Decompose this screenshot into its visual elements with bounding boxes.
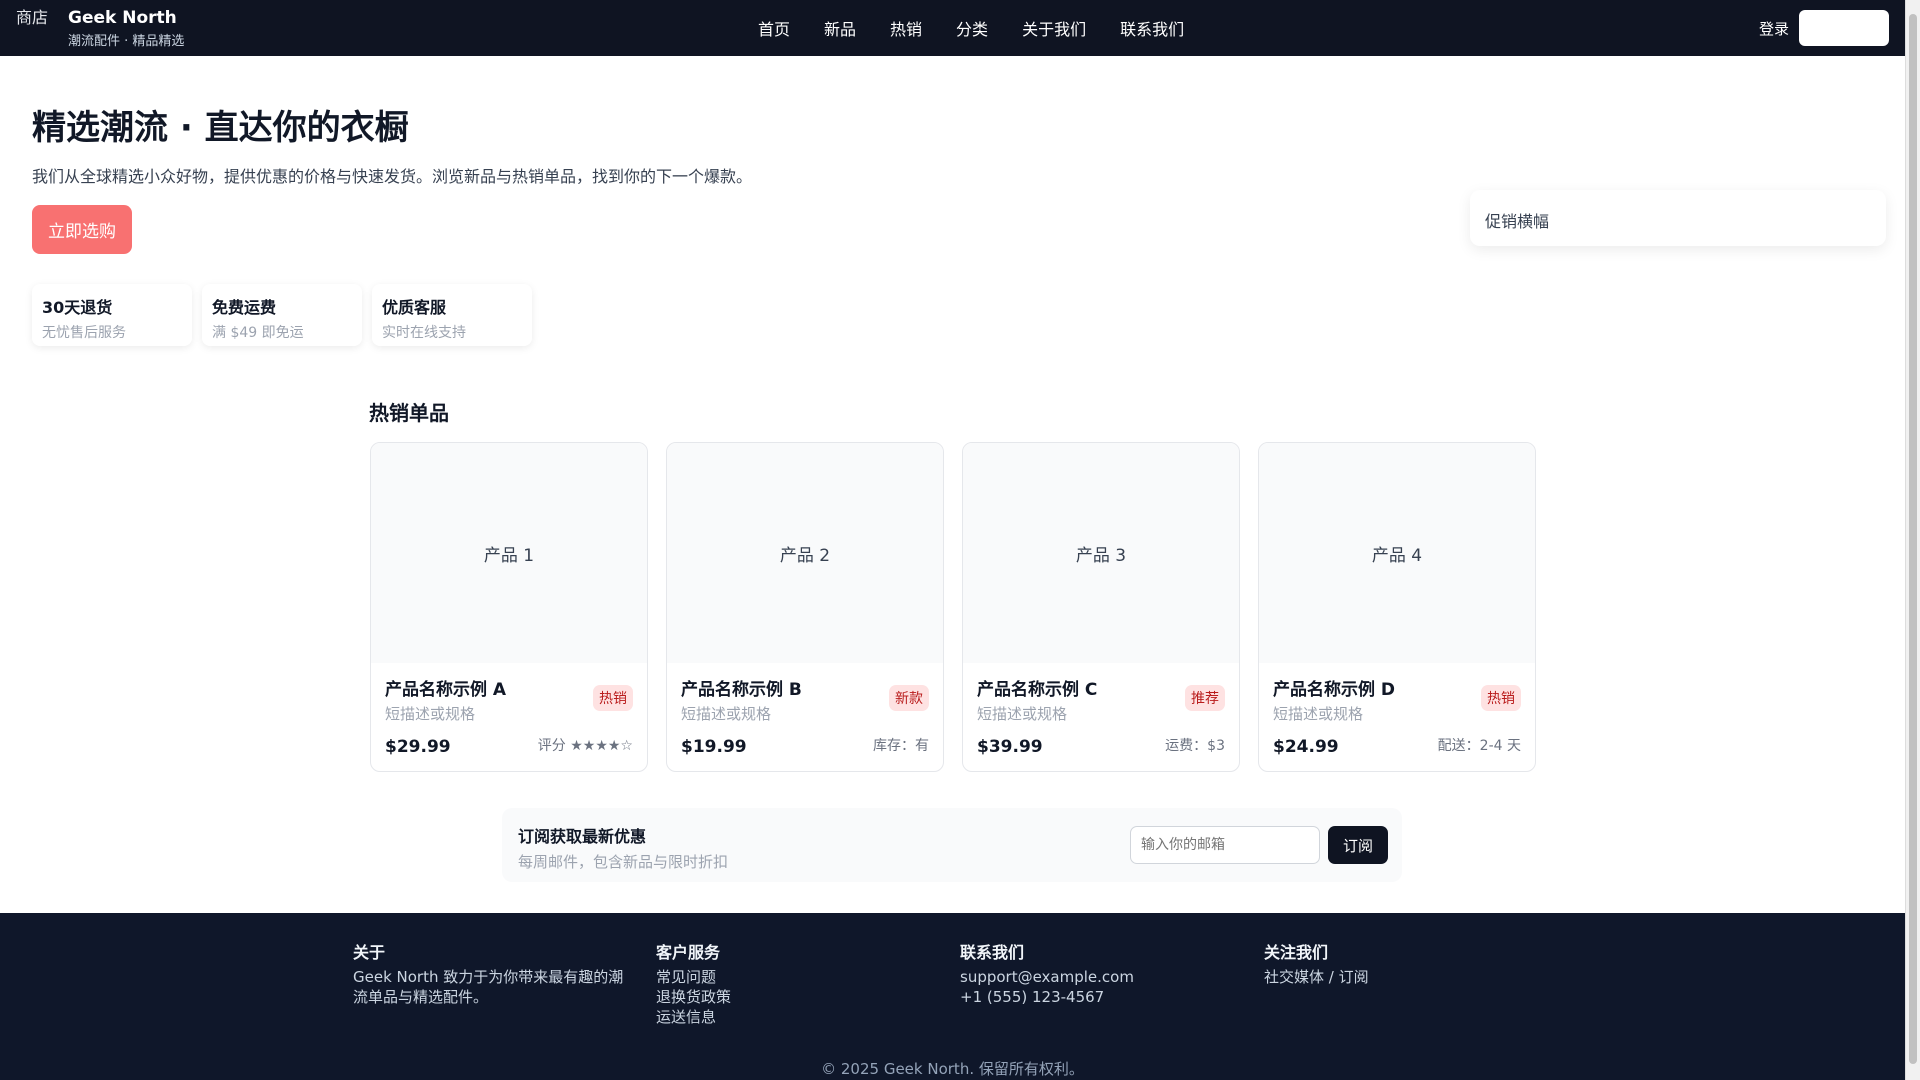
product-card[interactable]: 产品 2 产品名称示例 B 短描述或规格 新款 $19.99 库存：有 xyxy=(666,442,944,772)
feature-title: 30天退货 xyxy=(42,298,113,317)
product-card[interactable]: 产品 1 产品名称示例 A 短描述或规格 热销 $29.99 评分 ★★★★☆ xyxy=(370,442,648,772)
product-badge: 新款 xyxy=(889,685,929,711)
link-faq[interactable]: 常见问题 xyxy=(656,967,936,987)
feature-title: 优质客服 xyxy=(382,298,447,317)
nav-categories[interactable]: 分类 xyxy=(956,16,988,40)
product-meta: 运费：$3 xyxy=(1165,738,1225,754)
brand: Geek North 潮流配件 · 精品精选 xyxy=(68,8,184,49)
nav-hot[interactable]: 热销 xyxy=(890,16,922,40)
contact-email[interactable]: support@example.com xyxy=(960,967,1240,987)
footer-about: 关于 Geek North 致力于为你带来最有趣的潮流单品与精选配件。 xyxy=(353,943,633,1007)
hero-subtitle: 我们从全球精选小众好物，提供优惠的价格与快速发货。浏览新品与热销单品，找到你的下… xyxy=(32,167,753,186)
contact-phone[interactable]: +1 (555) 123-4567 xyxy=(960,987,1240,1007)
product-price: $29.99 xyxy=(385,737,451,757)
product-meta: 库存：有 xyxy=(873,738,929,754)
product-price: $24.99 xyxy=(1273,737,1339,757)
footer-heading: 联系我们 xyxy=(960,943,1025,962)
feature-desc: 无忧售后服务 xyxy=(42,325,126,341)
product-card[interactable]: 产品 4 产品名称示例 D 短描述或规格 热销 $24.99 配送：2-4 天 xyxy=(1258,442,1536,772)
product-price: $19.99 xyxy=(681,737,747,757)
logo-image[interactable]: 商店 xyxy=(16,8,54,48)
brand-name[interactable]: Geek North xyxy=(68,8,184,28)
footer-heading: 客户服务 xyxy=(656,943,721,962)
footer-service: 客户服务常见问题 退换货政策 运送信息 xyxy=(656,943,936,1027)
feature-shipping: 免费运费满 $49 即免运 xyxy=(202,284,362,346)
nav-new[interactable]: 新品 xyxy=(824,16,856,40)
product-grid: 产品 1 产品名称示例 A 短描述或规格 热销 $29.99 评分 ★★★★☆ 产品 2产… xyxy=(370,442,1536,772)
subscribe-box: 订阅获取最新优惠 每周邮件，包含新品与限时折扣 订阅 xyxy=(502,808,1402,882)
footer-follow: 关注我们社交媒体 / 订阅 xyxy=(1264,943,1544,987)
product-badge: 热销 xyxy=(1481,685,1521,711)
product-image[interactable]: 产品 2 xyxy=(667,443,943,663)
product-badge: 热销 xyxy=(593,685,633,711)
social-link[interactable]: 社交媒体 / 订阅 xyxy=(1264,967,1544,987)
scrollbar[interactable] xyxy=(1905,0,1920,1080)
email-input[interactable] xyxy=(1130,826,1320,864)
nav-home[interactable]: 首页 xyxy=(758,16,790,40)
link-returns[interactable]: 退换货政策 xyxy=(656,987,936,1007)
footer-contact: 联系我们 support@example.com +1 (555) 123-4567 xyxy=(960,943,1240,1007)
cart-button[interactable] xyxy=(1799,10,1889,46)
features: 30天退货无忧售后服务 免费运费满 $49 即免运 优质客服实时在线支持 xyxy=(32,284,752,346)
top-header: 商店 Geek North 潮流配件 · 精品精选 首页 新品 热销 分类 关于… xyxy=(0,0,1905,56)
product-image[interactable]: 产品 3 xyxy=(963,443,1239,663)
feature-returns: 30天退货无忧售后服务 xyxy=(32,284,192,346)
login-link[interactable]: 登录 xyxy=(1759,18,1789,39)
scrollbar-thumb[interactable] xyxy=(1909,14,1917,1064)
main-nav: 首页 新品 热销 分类 关于我们 联系我们 xyxy=(758,0,1184,56)
product-meta: 评分 ★★★★☆ xyxy=(537,738,633,754)
nav-about[interactable]: 关于我们 xyxy=(1022,16,1086,40)
footer-heading: 关于 xyxy=(353,943,386,962)
feature-support: 优质客服实时在线支持 xyxy=(372,284,532,346)
feature-desc: 满 $49 即免运 xyxy=(212,325,304,341)
feature-title: 免费运费 xyxy=(212,298,277,317)
brand-tagline: 潮流配件 · 精品精选 xyxy=(68,33,185,49)
product-price: $39.99 xyxy=(977,737,1043,757)
product-badge: 推荐 xyxy=(1185,685,1225,711)
footer: 关于 Geek North 致力于为你带来最有趣的潮流单品与精选配件。 客户服务常… xyxy=(0,913,1905,1080)
nav-contact[interactable]: 联系我们 xyxy=(1120,16,1184,40)
product-meta: 配送：2-4 天 xyxy=(1437,738,1521,754)
feature-desc: 实时在线支持 xyxy=(382,325,466,341)
link-shipping[interactable]: 运送信息 xyxy=(656,1007,936,1027)
footer-heading: 关注我们 xyxy=(1264,943,1329,962)
subscribe-button[interactable]: 订阅 xyxy=(1328,826,1388,864)
hero-title: 精选潮流 · 直达你的衣橱 xyxy=(32,108,409,148)
section-title: 热销单品 xyxy=(369,401,449,425)
product-card[interactable]: 产品 3 产品名称示例 C 短描述或规格 推荐 $39.99 运费：$3 xyxy=(962,442,1240,772)
product-image[interactable]: 产品 4 xyxy=(1259,443,1535,663)
shop-now-button[interactable]: 立即选购 xyxy=(32,205,132,254)
about-text: Geek North 致力于为你带来最有趣的潮流单品与精选配件。 xyxy=(353,968,624,1006)
copyright: © 2025 Geek North. 保留所有权利。 xyxy=(821,1060,1084,1078)
promo-banner[interactable]: 促销横幅 xyxy=(1470,190,1886,246)
product-image[interactable]: 产品 1 xyxy=(371,443,647,663)
hero: 精选潮流 · 直达你的衣橱 我们从全球精选小众好物，提供优惠的价格与快速发货。浏… xyxy=(32,100,752,346)
